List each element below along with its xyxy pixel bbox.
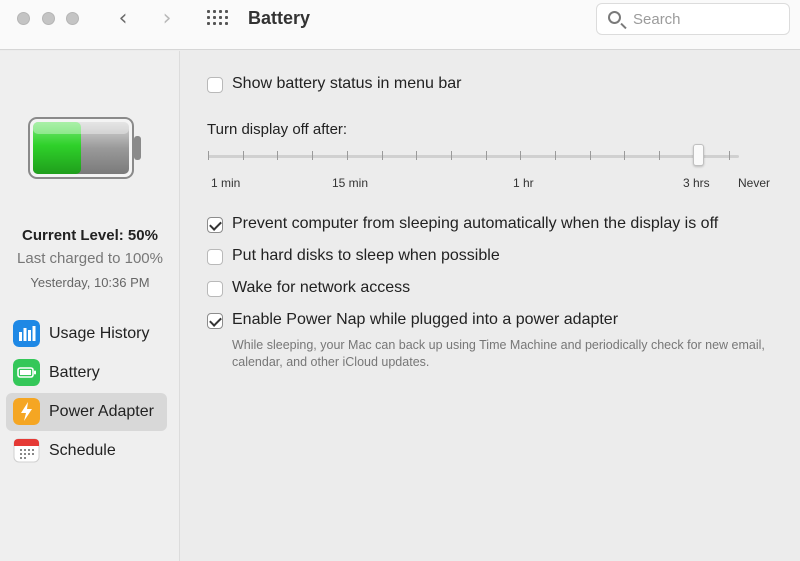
slider-tick xyxy=(312,151,314,160)
checkbox-label: Show battery status in menu bar xyxy=(232,75,462,92)
lightning-icon xyxy=(13,398,40,425)
slider-tick xyxy=(555,151,556,160)
sidebar-item-schedule[interactable]: Schedule xyxy=(6,432,167,470)
turn-display-off-label: Turn display off after: xyxy=(207,121,348,138)
tick-label-never: Never xyxy=(738,176,771,190)
bar-chart-icon xyxy=(13,320,40,347)
close-window-button[interactable] xyxy=(17,12,30,25)
slider-tick xyxy=(485,151,487,160)
minimize-window-button[interactable] xyxy=(42,12,55,25)
slider-handle[interactable] xyxy=(693,144,704,166)
sidebar-item-label: Usage History xyxy=(49,325,150,342)
power-nap-description: While sleeping, your Mac can back up usi… xyxy=(232,338,765,369)
slider-tick xyxy=(450,151,452,160)
checkbox-label: Prevent computer from sleeping automatic… xyxy=(232,215,719,232)
hard-disks-checkbox[interactable] xyxy=(207,249,223,265)
search-input[interactable] xyxy=(633,9,783,29)
show-battery-status-checkbox[interactable] xyxy=(207,77,223,93)
slider-tick xyxy=(416,151,418,160)
settings-panel: Show battery status in menu bar Turn dis… xyxy=(181,51,800,561)
slider-tick xyxy=(277,151,279,160)
battery-icon xyxy=(13,359,40,386)
search-icon xyxy=(608,11,621,24)
current-level: Current Level: 50% xyxy=(22,227,158,244)
sidebar-item-usage-history[interactable]: Usage History xyxy=(6,315,167,353)
tick-label-1-hr: 1 hr xyxy=(513,176,534,190)
slider-tick xyxy=(520,151,522,160)
checkbox-label: Put hard disks to sleep when possible xyxy=(232,247,500,264)
sidebar-item-label: Schedule xyxy=(49,442,116,459)
slider-tick xyxy=(208,151,209,160)
grid-icon[interactable] xyxy=(207,10,230,26)
slider-tick xyxy=(728,151,730,160)
slider-tick xyxy=(242,151,244,160)
sidebar-item-label: Battery xyxy=(49,364,100,381)
last-charged-time: Yesterday, 10:36 PM xyxy=(30,275,150,290)
slider-tick xyxy=(589,151,591,160)
search-field[interactable] xyxy=(596,3,790,35)
slider-tick xyxy=(381,151,383,160)
sidebar-item-power-adapter[interactable]: Power Adapter xyxy=(6,393,167,431)
chevron-left-icon[interactable]: ‹ xyxy=(113,8,133,30)
slider-tick xyxy=(624,151,626,160)
last-charged: Last charged to 100% xyxy=(17,250,163,267)
power-nap-checkbox[interactable] xyxy=(207,313,223,329)
calendar-icon xyxy=(13,438,40,463)
battery-level-icon xyxy=(28,117,141,179)
slider-tick xyxy=(346,151,348,160)
window-title: Battery xyxy=(248,8,311,28)
sidebar-item-battery[interactable]: Battery xyxy=(6,354,167,392)
chevron-right-icon[interactable]: › xyxy=(157,8,177,30)
prevent-sleep-checkbox[interactable] xyxy=(207,217,223,233)
zoom-window-button[interactable] xyxy=(66,12,79,25)
checkbox-label: Wake for network access xyxy=(232,279,411,296)
wake-network-checkbox[interactable] xyxy=(207,281,223,297)
slider-tick xyxy=(659,151,661,160)
tick-label-15-min: 15 min xyxy=(332,176,369,190)
sidebar-item-label: Power Adapter xyxy=(49,403,154,420)
title-bar: ‹ › Battery xyxy=(0,0,800,50)
sidebar: Current Level: 50% Last charged to 100% … xyxy=(0,51,180,561)
tick-label-3-hrs: 3 hrs xyxy=(683,176,710,190)
tick-label-1-min: 1 min xyxy=(211,176,241,190)
checkbox-label: Enable Power Nap while plugged into a po… xyxy=(232,311,619,328)
